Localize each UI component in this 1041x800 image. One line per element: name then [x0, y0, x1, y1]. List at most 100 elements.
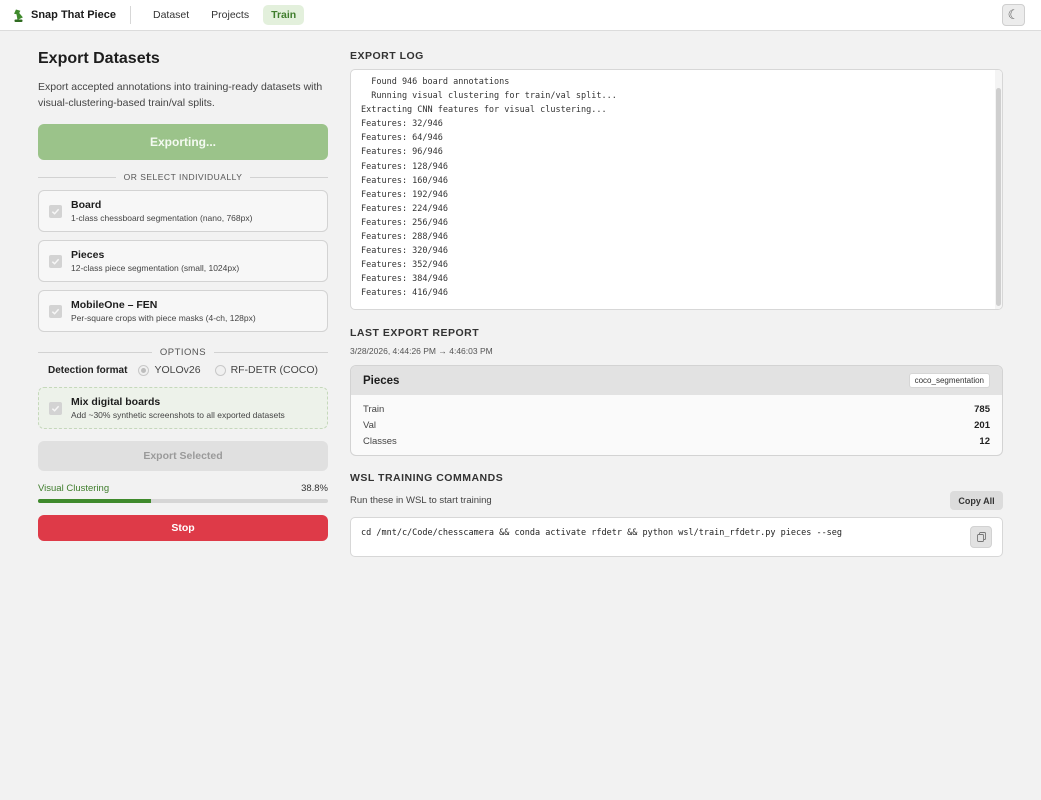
brand-name: Snap That Piece	[31, 9, 116, 21]
options-label: OPTIONS	[159, 347, 207, 358]
mix-subtitle: Add ~30% synthetic screenshots to all ex…	[71, 410, 285, 420]
progress-row: Visual Clustering 38.8%	[38, 483, 328, 494]
page-title: Export Datasets	[38, 50, 160, 67]
export-log[interactable]: Found 946 board annotations Running visu…	[350, 69, 1003, 310]
log-scrollbar-thumb[interactable]	[996, 88, 1001, 306]
dataset-title: MobileOne – FEN	[71, 299, 158, 311]
report-row-train: Train 785	[363, 401, 990, 417]
log-line: Extracting CNN features for visual clust…	[361, 105, 607, 116]
log-lines: Found 946 board annotations Running visu…	[351, 74, 1002, 301]
export-selected-button[interactable]: Export Selected	[38, 441, 328, 471]
dataset-card-board[interactable]: Board 1-class chessboard segmentation (n…	[38, 190, 328, 232]
command-box: cd /mnt/c/Code/chesscamera && conda acti…	[350, 517, 1003, 557]
dataset-card-pieces[interactable]: Pieces 12-class piece segmentation (smal…	[38, 240, 328, 282]
report-key: Classes	[363, 435, 397, 447]
page-description: Export accepted annotations into trainin…	[38, 81, 323, 109]
wsl-commands-title: WSL TRAINING COMMANDS	[350, 472, 504, 484]
export-log-title: EXPORT LOG	[350, 50, 424, 62]
command-text[interactable]: cd /mnt/c/Code/chesscamera && conda acti…	[361, 528, 842, 538]
nav-link-projects[interactable]: Projects	[203, 5, 257, 25]
brand[interactable]: Snap That Piece	[12, 8, 116, 23]
radio-yolov26[interactable]: YOLOv26	[138, 364, 201, 376]
dataset-card-mobileone-fen[interactable]: MobileOne – FEN Per-square crops with pi…	[38, 290, 328, 332]
chess-pawn-icon	[14, 9, 23, 22]
copy-command-button[interactable]	[970, 526, 992, 548]
log-line: Features: 352/946	[361, 260, 448, 271]
log-line: Features: 192/946	[361, 189, 448, 200]
progress-percent: 38.8%	[301, 483, 328, 494]
radio-label: RF-DETR (COCO)	[230, 364, 319, 376]
dataset-title: Board	[71, 199, 102, 211]
stop-button[interactable]: Stop	[38, 515, 328, 541]
mix-digital-boards-checkbox[interactable]	[49, 401, 62, 415]
radio-dot-selected	[138, 364, 150, 376]
theme-toggle-button[interactable]: ☾	[1002, 4, 1025, 26]
log-line: Features: 288/946	[361, 232, 448, 243]
report-value: 201	[974, 419, 990, 431]
detection-format-label: Detection format	[48, 364, 128, 376]
copy-all-button[interactable]: Copy All	[950, 491, 1003, 510]
check-icon	[51, 405, 60, 412]
report-value: 785	[974, 403, 990, 415]
log-line: Features: 256/946	[361, 217, 448, 228]
report-row-classes: Classes 12	[363, 433, 990, 449]
wsl-subtitle: Run these in WSL to start training	[350, 495, 492, 506]
report-value: 12	[979, 435, 990, 447]
separator-label: OR SELECT INDIVIDUALLY	[123, 172, 243, 182]
log-line: Features: 64/946	[361, 133, 443, 144]
dataset-subtitle: 12-class piece segmentation (small, 1024…	[71, 263, 240, 273]
log-line: Features: 384/946	[361, 274, 448, 285]
board-checkbox[interactable]	[49, 204, 62, 218]
report-key: Train	[363, 403, 385, 415]
copy-icon	[976, 532, 986, 542]
moon-icon: ☾	[1007, 7, 1020, 22]
log-line: Features: 320/946	[361, 246, 448, 257]
mobileone-fen-checkbox[interactable]	[49, 304, 62, 318]
check-icon	[51, 208, 60, 215]
log-line: Features: 128/946	[361, 161, 448, 172]
log-line: Features: 224/946	[361, 203, 448, 214]
progress-fill	[38, 499, 151, 503]
dataset-subtitle: 1-class chessboard segmentation (nano, 7…	[71, 213, 253, 223]
log-line: Found 946 board annotations	[361, 77, 510, 87]
radio-dot	[214, 364, 226, 376]
progress-bar	[38, 499, 328, 503]
mix-title: Mix digital boards	[71, 396, 161, 408]
check-icon	[51, 258, 60, 265]
report-card-name: Pieces	[363, 374, 400, 387]
nav-divider	[129, 6, 131, 24]
options-separator: OPTIONS	[38, 347, 328, 358]
dataset-subtitle: Per-square crops with piece masks (4-ch,…	[71, 313, 256, 323]
radio-label: YOLOv26	[154, 364, 201, 376]
mix-digital-boards-card[interactable]: Mix digital boards Add ~30% synthetic sc…	[38, 387, 328, 429]
wsl-subheader-row: Run these in WSL to start training Copy …	[350, 491, 1003, 510]
report-rows: Train 785 Val 201 Classes 12	[351, 395, 1002, 455]
report-timestamp: 3/28/2026, 4:44:26 PM → 4:46:03 PM	[350, 346, 493, 356]
report-card-pieces: Pieces coco_segmentation Train 785 Val 2…	[350, 365, 1003, 456]
nav-link-train[interactable]: Train	[263, 5, 305, 25]
report-key: Val	[363, 419, 377, 431]
output-panel: EXPORT LOG Found 946 board annotations R…	[350, 31, 1003, 557]
log-line: Features: 416/946	[361, 288, 448, 299]
log-line: Running visual clustering for train/val …	[361, 91, 617, 102]
radio-rf-detr[interactable]: RF-DETR (COCO)	[214, 364, 319, 376]
detection-format-row: Detection format YOLOv26 RF-DETR (COCO)	[38, 364, 328, 376]
log-scrollbar[interactable]	[995, 70, 1002, 309]
progress-label: Visual Clustering	[38, 483, 110, 494]
pieces-checkbox[interactable]	[49, 254, 62, 268]
report-row-val: Val 201	[363, 417, 990, 433]
select-individually-separator: OR SELECT INDIVIDUALLY	[38, 172, 328, 182]
report-card-header: Pieces coco_segmentation	[351, 366, 1002, 395]
dataset-title: Pieces	[71, 249, 105, 261]
log-line: Features: 96/946	[361, 147, 443, 158]
top-nav: Snap That Piece Dataset Projects Train ☾	[0, 0, 1041, 31]
nav-links: Dataset Projects Train	[145, 5, 305, 25]
format-badge: coco_segmentation	[908, 373, 990, 388]
log-line: Features: 160/946	[361, 175, 448, 186]
export-all-button[interactable]: Exporting...	[38, 124, 328, 160]
log-line: Features: 32/946	[361, 119, 443, 130]
export-panel: Export Datasets Export accepted annotati…	[38, 31, 328, 541]
nav-link-dataset[interactable]: Dataset	[145, 5, 197, 25]
last-export-report-title: LAST EXPORT REPORT	[350, 327, 480, 339]
check-icon	[51, 308, 60, 315]
